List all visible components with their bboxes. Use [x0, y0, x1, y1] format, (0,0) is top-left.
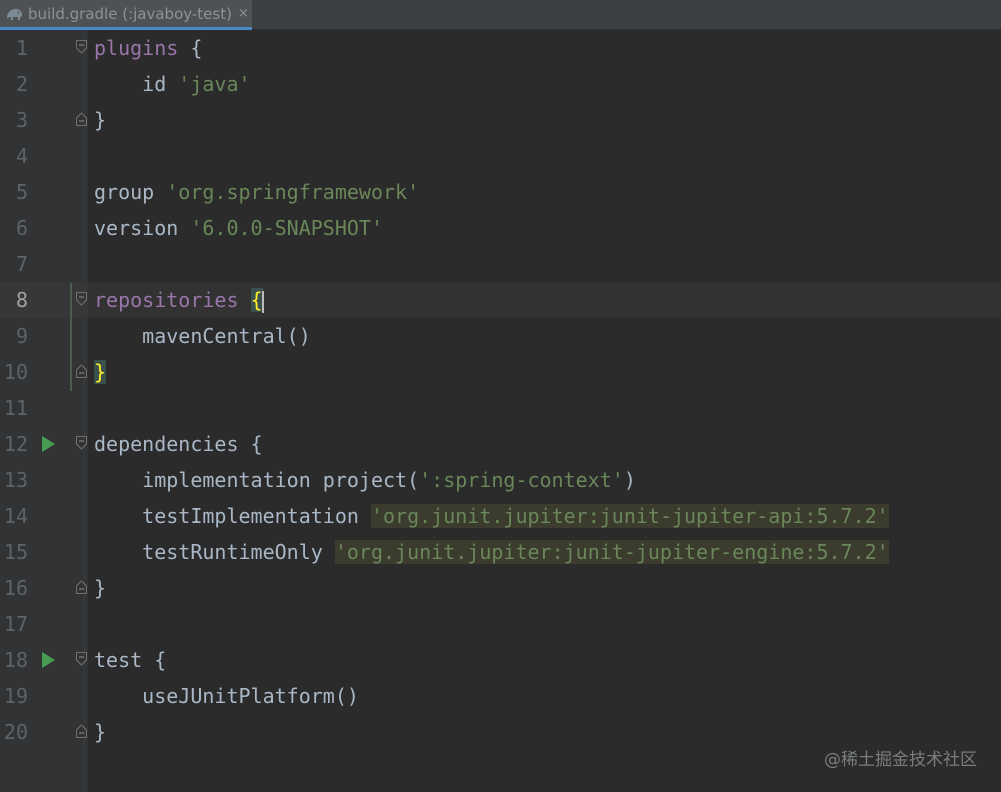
- code-line[interactable]: 9 mavenCentral(): [0, 318, 1001, 354]
- code-text[interactable]: useJUnitPlatform(): [94, 678, 359, 714]
- code-line[interactable]: 12 dependencies {: [0, 426, 1001, 462]
- code-token: {: [178, 36, 203, 60]
- code-line[interactable]: 17: [0, 606, 1001, 642]
- code-token: id: [94, 72, 179, 96]
- line-number: 10: [3, 360, 28, 384]
- code-text[interactable]: id 'java': [94, 66, 251, 102]
- code-line[interactable]: 18 test {: [0, 642, 1001, 678]
- code-text[interactable]: group 'org.springframework': [94, 174, 419, 210]
- string-literal: 'java': [178, 72, 251, 96]
- text-caret: [261, 290, 264, 313]
- line-number: 18: [3, 648, 28, 672]
- fold-open-icon[interactable]: [76, 292, 87, 306]
- vcs-change-marker[interactable]: [70, 283, 72, 391]
- code-editor[interactable]: 1 plugins {2 id 'java' 3} 4 5 group 'org.spri…: [0, 30, 1001, 792]
- code-token: plugins: [94, 36, 179, 60]
- code-text[interactable]: testRuntimeOnly 'org.junit.jupiter:junit…: [94, 534, 889, 570]
- gradle-elephant-icon: [4, 6, 24, 22]
- line-number: 15: [3, 540, 28, 564]
- code-line[interactable]: 19 useJUnitPlatform(): [0, 678, 1001, 714]
- code-token: ): [623, 468, 636, 492]
- line-number: 17: [3, 612, 28, 636]
- code-line[interactable]: 2 id 'java': [0, 66, 1001, 102]
- code-line[interactable]: 1 plugins {: [0, 30, 1001, 66]
- string-literal: 'org.junit.jupiter:junit-jupiter-engine:…: [334, 540, 889, 564]
- code-text[interactable]: }: [94, 570, 106, 606]
- line-number: 3: [15, 108, 28, 132]
- line-number: 19: [3, 684, 28, 708]
- code-text[interactable]: test {: [94, 642, 166, 678]
- code-line[interactable]: 11: [0, 390, 1001, 426]
- code-line[interactable]: 13 implementation project(':spring-conte…: [0, 462, 1001, 498]
- watermark: @稀土掘金技术社区: [824, 750, 977, 770]
- line-number: 7: [15, 252, 28, 276]
- line-number: 4: [15, 144, 28, 168]
- fold-open-icon[interactable]: [76, 40, 87, 54]
- fold-open-icon[interactable]: [76, 652, 87, 666]
- code-line[interactable]: 14 testImplementation 'org.junit.jupiter…: [0, 498, 1001, 534]
- code-line[interactable]: 4: [0, 138, 1001, 174]
- code-text[interactable]: version '6.0.0-SNAPSHOT': [94, 210, 383, 246]
- code-line[interactable]: 3}: [0, 102, 1001, 138]
- fold-close-icon[interactable]: [76, 364, 87, 378]
- fold-close-icon[interactable]: [76, 724, 87, 738]
- tab-build-gradle[interactable]: build.gradle (:javaboy-test) ×: [0, 0, 252, 30]
- code-text[interactable]: mavenCentral(): [94, 318, 311, 354]
- code-token: test {: [94, 648, 167, 672]
- code-text[interactable]: implementation project(':spring-context'…: [94, 462, 636, 498]
- code-text[interactable]: dependencies {: [94, 426, 263, 462]
- line-number: 2: [15, 72, 28, 96]
- code-text[interactable]: }: [94, 714, 106, 750]
- string-literal: '6.0.0-SNAPSHOT': [190, 216, 383, 240]
- run-icon[interactable]: [42, 652, 55, 668]
- code-token: testRuntimeOnly: [94, 540, 335, 564]
- code-token: dependencies {: [94, 432, 263, 456]
- code-text[interactable]: repositories {: [94, 282, 264, 318]
- code-line[interactable]: 7: [0, 246, 1001, 282]
- code-token: useJUnitPlatform(): [94, 684, 359, 708]
- line-number: 5: [15, 180, 28, 204]
- close-icon[interactable]: ×: [238, 6, 249, 21]
- code-line[interactable]: 8 repositories {: [0, 282, 1001, 318]
- string-literal: ':spring-context': [419, 468, 624, 492]
- line-number: 8: [15, 288, 28, 312]
- editor-tab-bar: build.gradle (:javaboy-test) ×: [0, 0, 1001, 30]
- run-icon[interactable]: [42, 436, 55, 452]
- code-text[interactable]: }: [94, 102, 106, 138]
- code-token: testImplementation: [94, 504, 371, 528]
- line-number: 12: [3, 432, 28, 456]
- code-token: }: [94, 108, 107, 132]
- line-number: 9: [15, 324, 28, 348]
- code-token: }: [94, 576, 107, 600]
- code-token: version: [94, 216, 191, 240]
- code-token: mavenCentral(): [94, 324, 311, 348]
- fold-close-icon[interactable]: [76, 112, 87, 126]
- code-token: }: [94, 720, 107, 744]
- code-line[interactable]: 10}: [0, 354, 1001, 390]
- code-token: repositories: [94, 288, 239, 312]
- code-line[interactable]: 5 group 'org.springframework': [0, 174, 1001, 210]
- line-number: 11: [3, 396, 28, 420]
- line-number: 20: [3, 720, 28, 744]
- line-number: 1: [15, 36, 28, 60]
- code-text[interactable]: }: [94, 354, 107, 390]
- code-token: implementation project(: [94, 468, 420, 492]
- tab-title: build.gradle (:javaboy-test): [28, 4, 232, 23]
- matched-brace: }: [94, 360, 107, 384]
- code-line[interactable]: 15 testRuntimeOnly 'org.junit.jupiter:ju…: [0, 534, 1001, 570]
- string-literal: 'org.springframework': [166, 180, 420, 204]
- string-literal: 'org.junit.jupiter:junit-jupiter-api:5.7…: [370, 504, 889, 528]
- line-number: 6: [15, 216, 28, 240]
- fold-close-icon[interactable]: [76, 580, 87, 594]
- code-text[interactable]: testImplementation 'org.junit.jupiter:ju…: [94, 498, 889, 534]
- line-number: 13: [3, 468, 28, 492]
- line-number: 16: [3, 576, 28, 600]
- fold-open-icon[interactable]: [76, 436, 87, 450]
- code-token: group: [94, 180, 167, 204]
- code-text[interactable]: plugins {: [94, 30, 202, 66]
- line-number: 14: [3, 504, 28, 528]
- code-line[interactable]: 16}: [0, 570, 1001, 606]
- code-line[interactable]: 6 version '6.0.0-SNAPSHOT': [0, 210, 1001, 246]
